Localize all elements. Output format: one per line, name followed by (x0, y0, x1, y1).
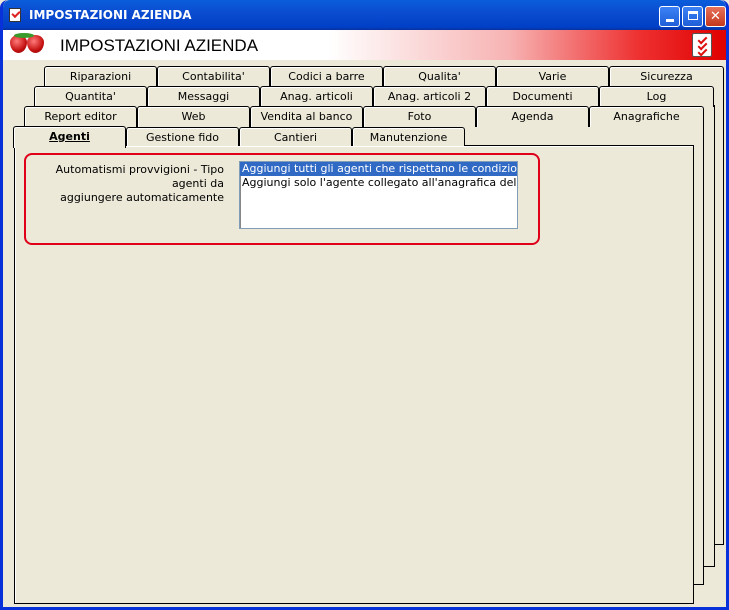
tab-documenti[interactable]: Documenti (486, 86, 599, 107)
tab-sicurezza[interactable]: Sicurezza (609, 66, 724, 87)
tab-riparazioni[interactable]: Riparazioni (44, 66, 157, 87)
tab-quantita[interactable]: Quantita' (34, 86, 147, 107)
tab-anag-articoli[interactable]: Anag. articoli (260, 86, 373, 107)
tab-cantieri[interactable]: Cantieri (239, 127, 352, 146)
tab-varie[interactable]: Varie (496, 66, 609, 87)
app-window: IMPOSTAZIONI AZIENDA ✕ IMPOSTAZIONI AZIE… (0, 0, 729, 610)
app-checklist-icon[interactable] (9, 8, 21, 22)
field-label-line2: aggiungere automaticamente (60, 191, 224, 204)
tab-vendita-al-banco[interactable]: Vendita al banco (250, 106, 363, 127)
tab-anag-articoli-2[interactable]: Anag. articoli 2 (373, 86, 486, 107)
leaf-icon (14, 33, 34, 38)
close-icon: ✕ (710, 9, 721, 24)
maximize-button[interactable] (682, 6, 703, 27)
tab-agenti[interactable]: Agenti (13, 126, 126, 148)
minimize-button[interactable] (659, 6, 680, 27)
tab-gestione-fido[interactable]: Gestione fido (126, 127, 239, 146)
strawberry-icon (27, 35, 44, 53)
list-item[interactable]: Aggiungi tutti gli agenti che rispettano… (240, 162, 517, 176)
minimize-icon (665, 19, 674, 22)
close-button[interactable]: ✕ (705, 6, 726, 27)
tab-log[interactable]: Log (599, 86, 714, 107)
tab-agenda[interactable]: Agenda (476, 106, 589, 127)
tab-contabilita[interactable]: Contabilita' (157, 66, 270, 87)
tab-web[interactable]: Web (137, 106, 250, 127)
field-label-line1: Automatismi provvigioni - Tipo agenti da (55, 163, 224, 190)
tab-codici-a-barre[interactable]: Codici a barre (270, 66, 383, 87)
maximize-icon (687, 11, 698, 20)
tab-report-editor[interactable]: Report editor (24, 106, 137, 127)
tab-anagrafiche[interactable]: Anagrafiche (589, 106, 704, 127)
window-title: IMPOSTAZIONI AZIENDA (29, 8, 192, 22)
provvigioni-field-label: Automatismi provvigioni - Tipo agenti da… (28, 163, 224, 205)
tab-foto[interactable]: Foto (363, 106, 476, 127)
checklist-icon[interactable] (692, 33, 712, 57)
tab-manutenzione[interactable]: Manutenzione (352, 127, 465, 146)
title-bar[interactable]: IMPOSTAZIONI AZIENDA ✕ (3, 0, 726, 30)
form-header: IMPOSTAZIONI AZIENDA (3, 30, 726, 60)
tipo-agenti-listbox[interactable]: Aggiungi tutti gli agenti che rispettano… (239, 161, 518, 229)
list-item[interactable]: Aggiungi solo l'agente collegato all'ana… (240, 176, 517, 190)
header-title: IMPOSTAZIONI AZIENDA (60, 36, 259, 55)
tab-qualita[interactable]: Qualita' (383, 66, 496, 87)
tab-messaggi[interactable]: Messaggi (147, 86, 260, 107)
